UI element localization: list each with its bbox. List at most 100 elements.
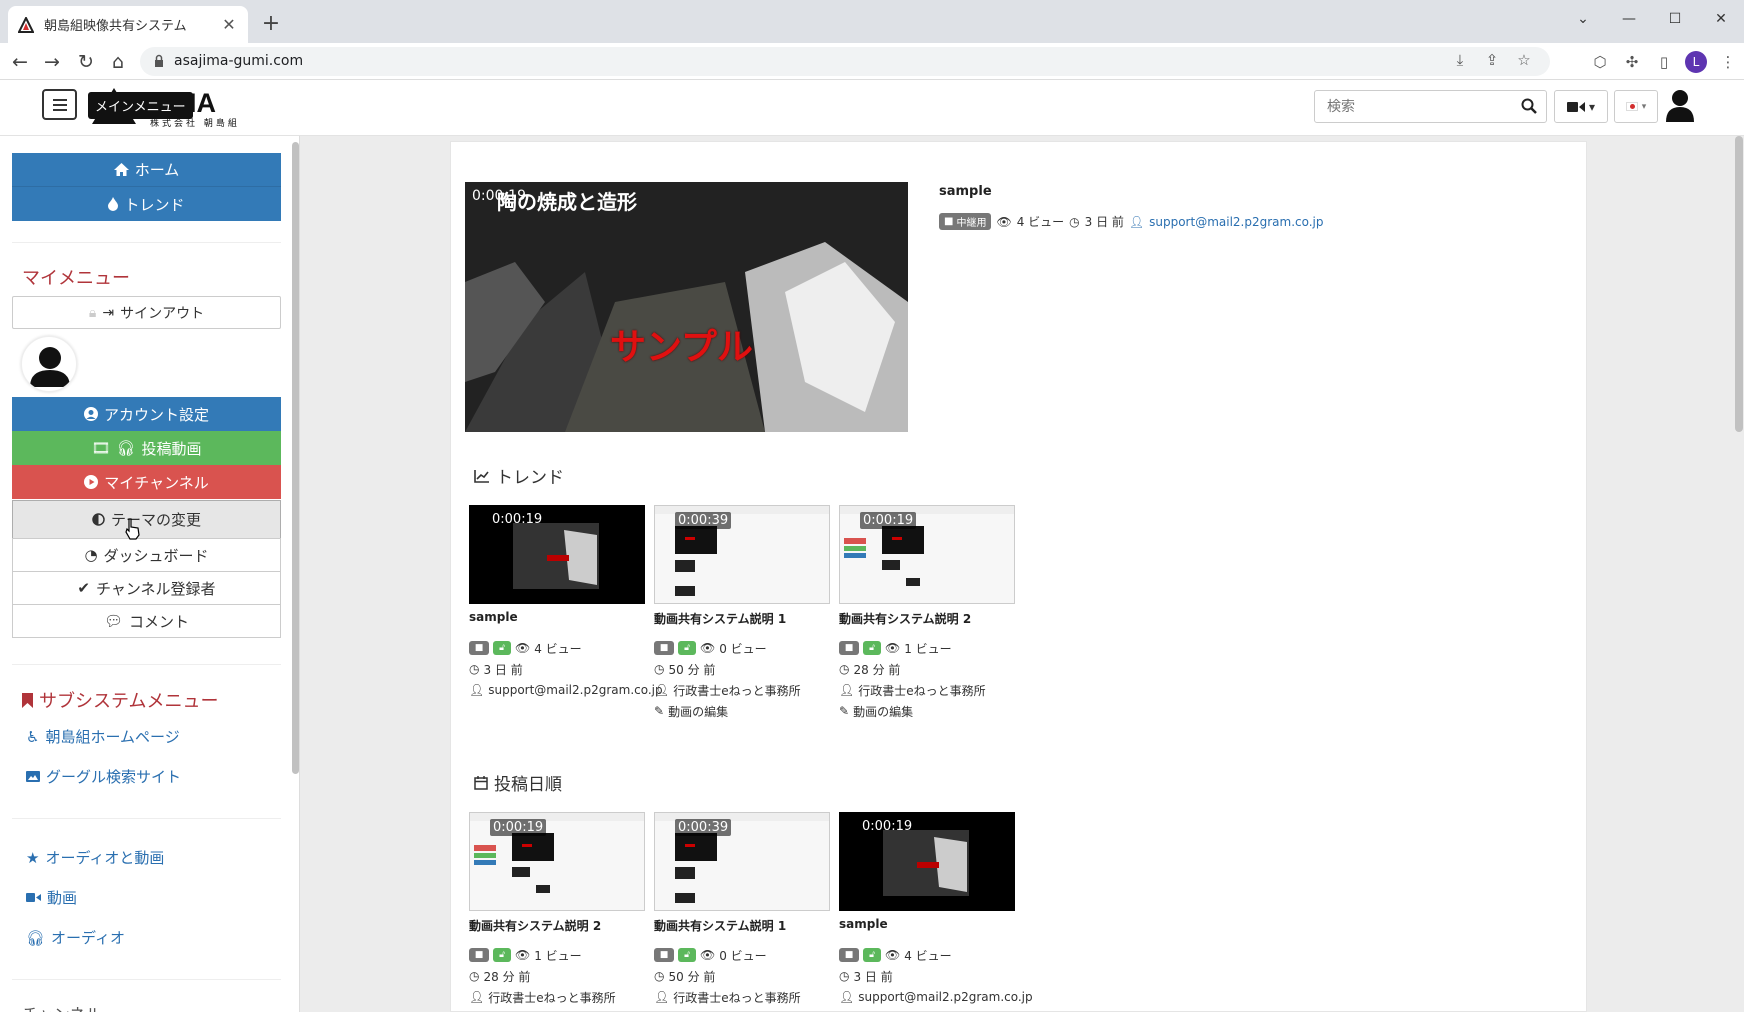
my-channel-label: マイチャンネル	[104, 473, 209, 492]
sidebar-item-asajima-homepage[interactable]: ♿︎ 朝島組ホームページ	[26, 726, 180, 747]
caret-down-icon: ▾	[1588, 99, 1596, 114]
sidebar-item-audio-and-video[interactable]: ★ オーディオと動画	[26, 847, 164, 868]
video-title[interactable]: 動画共有システム説明 2	[839, 610, 1015, 636]
search-input[interactable]	[1315, 91, 1505, 122]
edit-video-link[interactable]: 動画の編集	[853, 703, 913, 720]
forward-icon[interactable]: →	[38, 48, 66, 76]
new-tab-icon[interactable]: +	[260, 11, 282, 36]
video-author-link[interactable]: 行政書士eねっと事務所	[488, 989, 615, 1006]
video-author-link[interactable]: support@mail2.p2gram.co.jp	[858, 990, 1032, 1004]
sidebar-item-video[interactable]: 動画	[26, 887, 77, 908]
user-icon: 👤︎	[654, 990, 670, 1004]
address-bar[interactable]: asajima-gumi.com ⤓ ⇪ ☆	[140, 47, 1550, 76]
video-card[interactable]: 0:00:39 動画共有システム説明 1 ■ 🔓︎ 👁︎ 0 ビュー ◷ 50 分 前 …	[654, 812, 830, 1006]
clock-icon: ◷	[839, 969, 850, 983]
side-panel-icon[interactable]: ▯	[1648, 48, 1680, 76]
video-card[interactable]: 0:00:39 動画共有システム説明 1 ■ 🔓︎ 👁︎ 0 ビュー ◷ 50 分 前 …	[654, 505, 830, 720]
browser-menu-icon[interactable]: ⋮	[1712, 48, 1744, 76]
video-title[interactable]: sample	[839, 917, 1015, 943]
trend-button[interactable]: トレンド	[12, 187, 281, 221]
video-author-link[interactable]: support@mail2.p2gram.co.jp	[488, 683, 662, 697]
video-author-link[interactable]: 行政書士eねっと事務所	[673, 989, 800, 1006]
video-card[interactable]: 0:00:19 sample ■ 🔓︎ 👁︎ 4 ビュー ◷ 3 日 前 👤︎ suppo…	[469, 505, 663, 699]
reload-icon[interactable]: ↻	[72, 48, 100, 76]
sidebar-scrollbar[interactable]	[292, 142, 299, 774]
video-title[interactable]: sample	[469, 610, 645, 636]
home-button[interactable]: ホーム	[12, 153, 281, 187]
install-icon[interactable]: ⤓	[1444, 51, 1476, 69]
video-card[interactable]: 0:00:19 sample ■ 🔓︎ 👁︎ 4 ビュー ◷ 3 日 前 👤︎ suppo…	[839, 812, 1033, 1006]
account-settings-button[interactable]: アカウント設定	[12, 397, 281, 431]
comments-button[interactable]: 💬︎ コメント	[12, 604, 281, 638]
video-views: 0 ビュー	[719, 641, 767, 656]
sidebar-item-google-search[interactable]: グーグル検索サイト	[26, 766, 181, 787]
signout-group: 🔒︎ ⇥ サインアウト	[12, 296, 281, 329]
unlock-icon: 🔓︎	[863, 641, 881, 655]
video-camera-icon	[26, 893, 41, 902]
edit-video-link[interactable]: 動画の編集	[668, 703, 728, 720]
search-icon[interactable]	[1521, 98, 1537, 114]
maximize-icon[interactable]: ☐	[1652, 5, 1698, 33]
bookmark-star-icon[interactable]: ☆	[1508, 51, 1540, 69]
dashboard-button[interactable]: ◔ ダッシュボード	[12, 538, 281, 572]
main-menu-tooltip: メインメニュー	[88, 92, 193, 119]
clock-icon: ◷	[654, 662, 665, 676]
video-title[interactable]: 動画共有システム説明 1	[654, 917, 830, 943]
featured-title[interactable]: sample	[939, 184, 1324, 199]
video-thumbnail[interactable]: 0:00:19	[839, 812, 1015, 911]
browser-tab[interactable]: 朝島組映像共有システム ✕	[8, 6, 248, 43]
user-avatar-icon[interactable]	[1664, 88, 1696, 122]
extensions-puzzle-icon[interactable]: ✣	[1616, 48, 1648, 76]
profile-avatar[interactable]: L	[1685, 51, 1707, 73]
video-thumbnail[interactable]: 0:00:19	[839, 505, 1015, 604]
featured-views: 4 ビュー	[1016, 215, 1065, 229]
channel-subscribers-button[interactable]: ✔ チャンネル登録者	[12, 571, 281, 605]
upload-dropdown[interactable]: ▾	[1554, 90, 1608, 123]
profile-avatar[interactable]	[21, 336, 77, 392]
posted-videos-button[interactable]: 🎞︎ 🎧︎ 投稿動画	[12, 431, 281, 465]
home-icon[interactable]: ⌂	[104, 48, 132, 76]
sidebar-item-audio[interactable]: 🎧︎ オーディオ	[26, 927, 125, 948]
video-title[interactable]: 動画共有システム説明 2	[469, 917, 645, 943]
video-thumbnail[interactable]: 0:00:19	[469, 505, 645, 604]
video-views: 1 ビュー	[534, 948, 582, 963]
tab-close-icon[interactable]: ✕	[220, 15, 238, 34]
signout-button[interactable]: 🔒︎ ⇥ サインアウト	[12, 296, 281, 329]
video-author-link[interactable]: 行政書士eねっと事務所	[673, 682, 800, 699]
video-camera-icon	[1566, 101, 1585, 112]
back-icon[interactable]: ←	[6, 48, 34, 76]
subsystem-menu-title: サブシステムメニュー	[22, 687, 218, 713]
share-icon[interactable]: ⇪	[1476, 51, 1508, 69]
site-header: AJIMA 株式会社 朝島組 メインメニュー ▾ ▾	[0, 80, 1744, 136]
caret-down-icon: ▾	[1641, 101, 1647, 112]
video-thumbnail[interactable]: 0:00:39	[654, 812, 830, 911]
video-thumbnail[interactable]: 0:00:39	[654, 505, 830, 604]
video-thumbnail[interactable]: 0:00:19	[469, 812, 645, 911]
user-icon: 👤︎	[654, 683, 670, 697]
channel-title-text: チャンネル	[22, 1001, 102, 1012]
video-title[interactable]: 動画共有システム説明 1	[654, 610, 830, 636]
minimize-icon[interactable]: —	[1606, 5, 1652, 33]
video-time: 50 分 前	[668, 969, 716, 984]
featured-video-player[interactable]: 0:00:19 陶の焼成と造形 サンプル	[465, 182, 908, 432]
clock-icon: ◷	[1069, 214, 1080, 229]
mouse-cursor-icon	[125, 518, 140, 540]
extension-shield-icon[interactable]: ⬡	[1584, 48, 1616, 76]
language-dropdown[interactable]: ▾	[1614, 90, 1658, 123]
main-menu-button[interactable]	[42, 89, 77, 120]
bookmark-icon	[22, 692, 33, 708]
my-channel-button[interactable]: マイチャンネル	[12, 465, 281, 499]
divider	[12, 979, 281, 980]
user-circle-icon	[83, 407, 98, 421]
tab-search-icon[interactable]: ⌄	[1560, 5, 1606, 33]
featured-author-link[interactable]: support@mail2.p2gram.co.jp	[1149, 215, 1323, 229]
folder-icon: ■	[839, 948, 859, 962]
video-card[interactable]: 0:00:19 動画共有システム説明 2 ■ 🔓︎ 👁︎ 1 ビュー ◷ 28 分 前 …	[469, 812, 645, 1006]
theme-change-button[interactable]: テーマの変更	[12, 500, 281, 539]
tab-title: 朝島組映像共有システム	[44, 19, 187, 34]
video-author-link[interactable]: 行政書士eねっと事務所	[858, 682, 985, 699]
window-close-icon[interactable]: ✕	[1698, 5, 1744, 33]
video-card[interactable]: 0:00:19 動画共有システム説明 2 ■ 🔓︎ 👁︎ 1 ビュー ◷ 28 分 前 …	[839, 505, 1015, 720]
clock-icon: ◷	[469, 969, 480, 983]
page-scrollbar[interactable]	[1735, 136, 1743, 432]
